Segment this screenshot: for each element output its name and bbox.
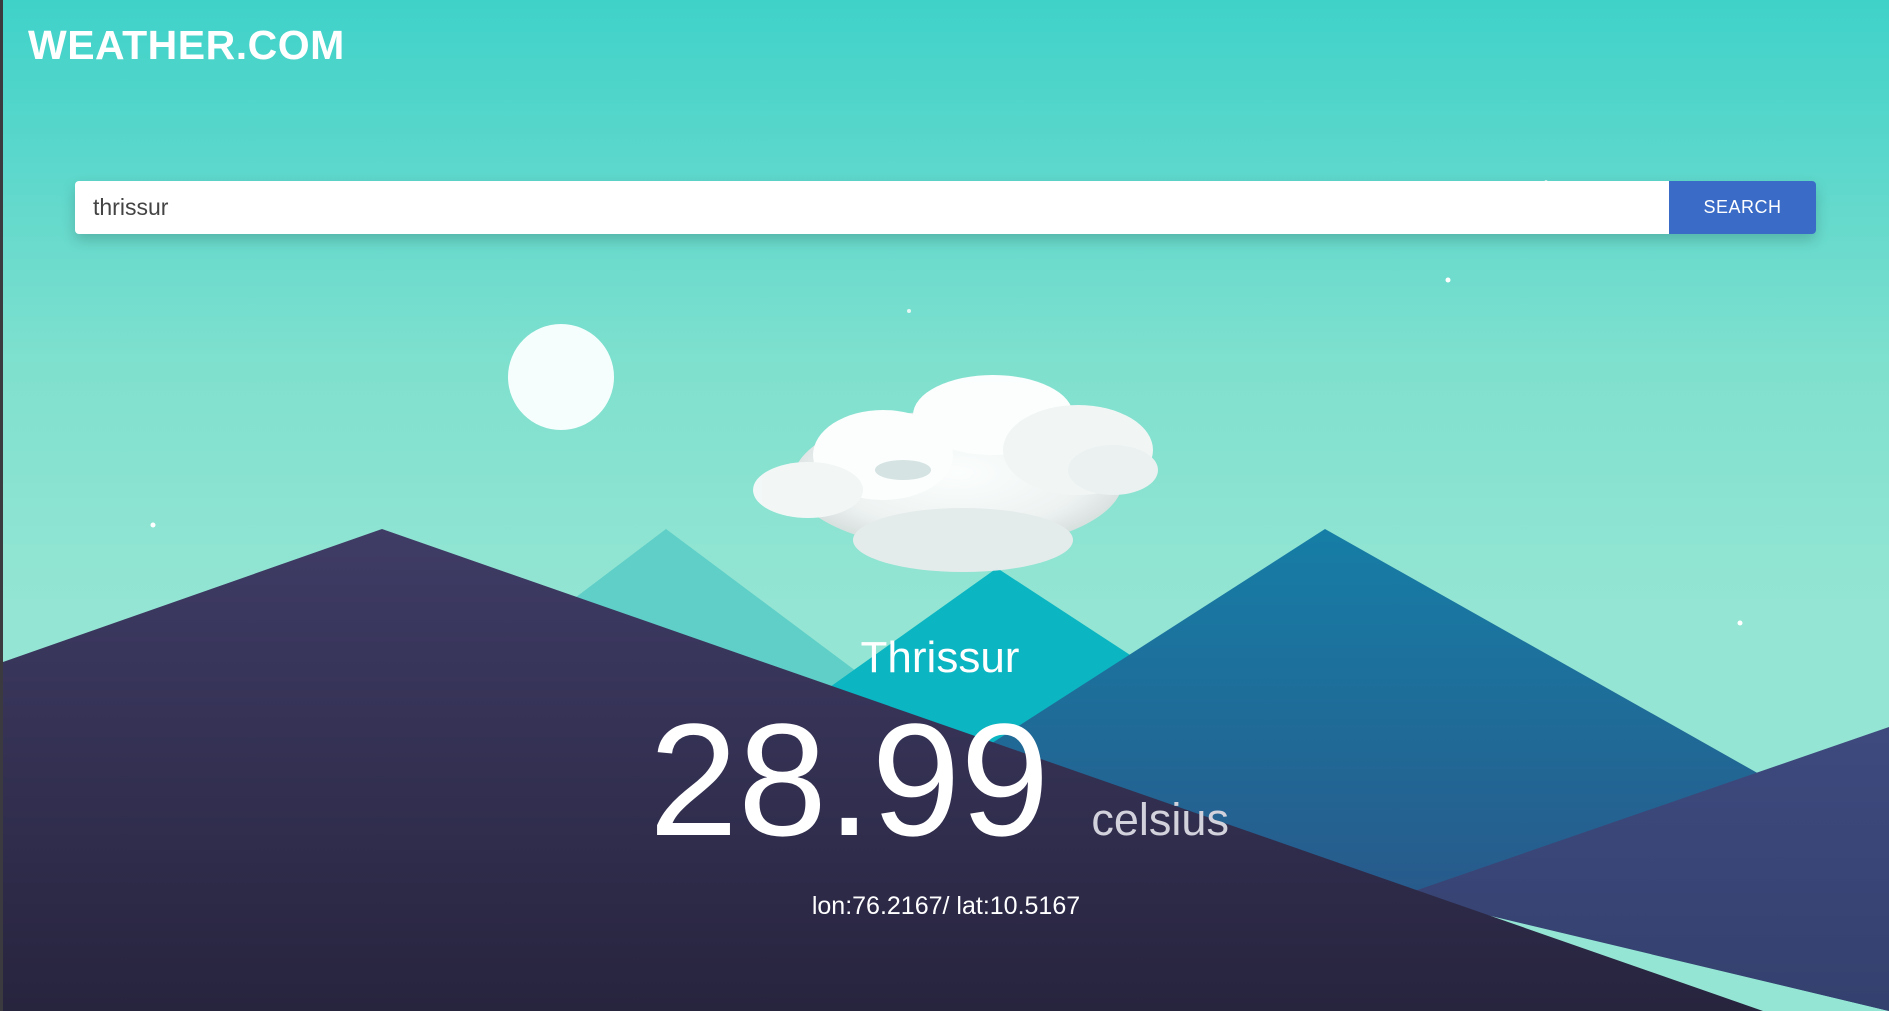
search-bar: SEARCH [75, 181, 1816, 234]
search-input[interactable] [75, 181, 1669, 234]
star [1737, 620, 1743, 626]
star [150, 522, 156, 528]
cloud [753, 375, 1158, 572]
temperature-display: 28.99 celsius [3, 700, 1882, 860]
temperature-value: 28.99 [649, 690, 1050, 869]
star [907, 309, 911, 313]
weather-page: WEATHER.COM SEARCH Thrissur 28.99 celsiu… [3, 0, 1889, 1011]
coordinates: lon:76.2167/ lat:10.5167 [811, 892, 1081, 920]
moon [508, 324, 614, 430]
city-name: Thrissur [860, 633, 1020, 682]
site-logo[interactable]: WEATHER.COM [28, 22, 345, 69]
search-button[interactable]: SEARCH [1669, 181, 1816, 234]
star [1445, 277, 1451, 283]
temperature-unit: celsius [1091, 794, 1229, 845]
